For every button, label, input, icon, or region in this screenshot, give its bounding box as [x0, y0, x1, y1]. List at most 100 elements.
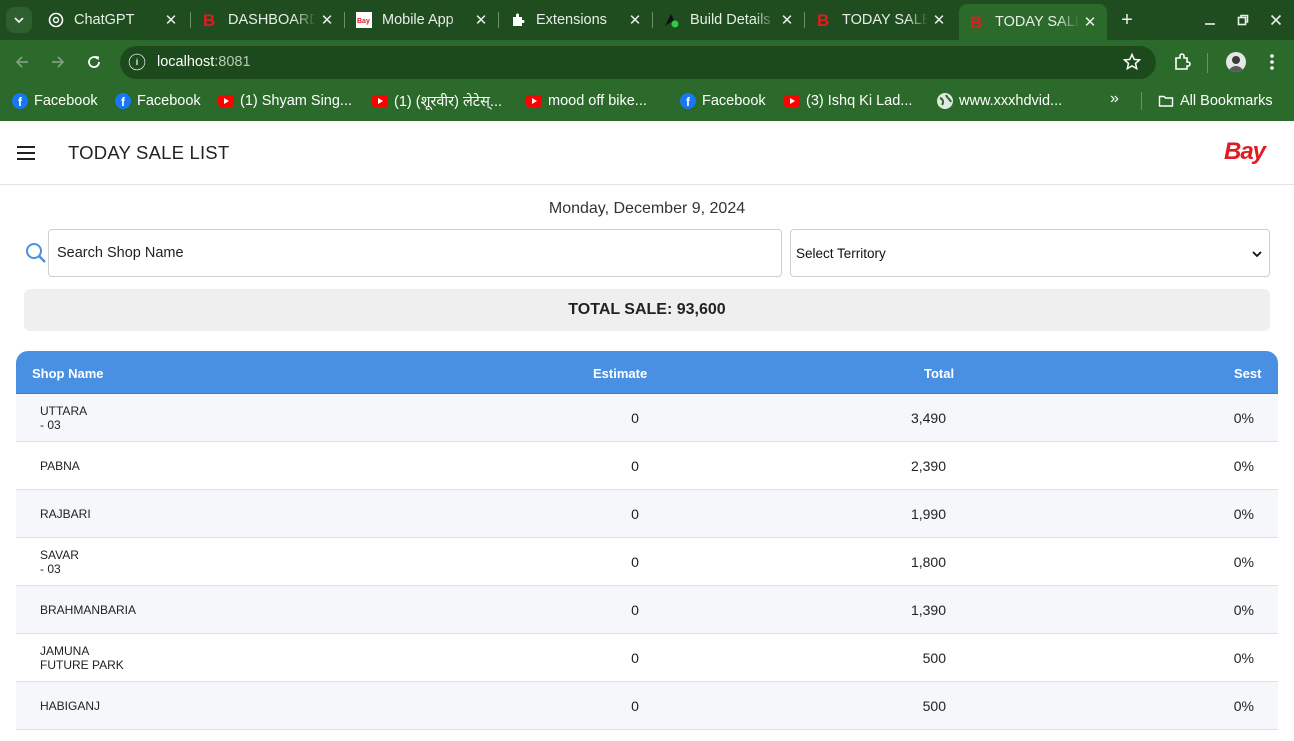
search-icon — [25, 242, 47, 264]
tab-separator — [190, 12, 191, 28]
tab-separator — [498, 12, 499, 28]
bay-icon: Bay — [356, 12, 372, 28]
bookmark-label: www.xxxhdvid... — [959, 93, 1063, 109]
restore-icon[interactable] — [1233, 10, 1253, 30]
minimize-icon[interactable] — [1200, 10, 1220, 30]
shop-name: JAMUNA — [40, 644, 90, 658]
svg-text:B: B — [970, 14, 982, 30]
table-row[interactable]: BRAHMANBARIA 0 1,390 0% — [16, 586, 1278, 634]
close-tab-icon[interactable]: ✕ — [316, 11, 338, 29]
profile-avatar[interactable] — [1226, 52, 1246, 72]
tab-title: Extensions — [536, 12, 607, 28]
shop-name-suffix: FUTURE PARK — [40, 658, 124, 672]
table-row[interactable]: UTTARA - 03 0 3,490 0% — [16, 394, 1278, 442]
sest-cell: 0% — [1233, 458, 1254, 474]
sest-cell: 0% — [1233, 554, 1254, 570]
bookmark-label: Facebook — [34, 93, 98, 109]
close-tab-icon[interactable]: ✕ — [160, 11, 182, 29]
svg-text:Bay: Bay — [357, 18, 370, 25]
close-tab-icon[interactable]: ✕ — [624, 11, 646, 29]
column-header-estimate[interactable]: Estimate — [593, 351, 647, 397]
bookmark-item[interactable]: f Facebook — [680, 91, 766, 111]
close-tab-icon[interactable]: ✕ — [470, 11, 492, 29]
shop-name: PABNA — [40, 459, 80, 473]
tab-title: ChatGPT — [74, 12, 135, 28]
total-cell: 500 — [922, 650, 946, 666]
bookmark-item[interactable]: mood off bike... — [526, 91, 647, 111]
back-icon[interactable] — [10, 50, 34, 74]
url-host: localhost — [157, 54, 215, 70]
url-text[interactable]: localhost:8081 — [157, 54, 251, 70]
table-row[interactable]: RAJBARI 0 1,990 0% — [16, 490, 1278, 538]
site-info-icon[interactable]: i — [128, 53, 146, 71]
browser-tab-today-sale-active[interactable]: B TODAY SALE ✕ — [959, 4, 1107, 40]
bookmark-star-icon[interactable] — [1122, 52, 1142, 72]
browser-tab-dashboard[interactable]: B DASHBOARD ✕ — [192, 4, 344, 36]
youtube-icon — [372, 95, 388, 107]
bookmark-item[interactable]: (1) Shyam Sing... — [218, 91, 352, 111]
bookmark-item[interactable]: (1) (शूरवीर) लेटेस्... — [372, 91, 502, 111]
estimate-cell: 0 — [631, 506, 639, 522]
bookmark-item[interactable]: f Facebook — [12, 91, 98, 111]
browser-tab-chatgpt[interactable]: ChatGPT ✕ — [38, 4, 188, 36]
column-header-shop-name[interactable]: Shop Name — [32, 351, 104, 397]
chevron-down-icon — [14, 17, 24, 24]
tab-title: TODAY SALE — [995, 14, 1079, 30]
toolbar-separator — [1207, 53, 1208, 73]
shop-name-suffix: - 03 — [40, 418, 61, 432]
reload-icon[interactable] — [82, 50, 106, 74]
forward-icon[interactable] — [46, 50, 70, 74]
bookmark-item[interactable]: www.xxxhdvid... — [937, 91, 1062, 111]
sest-cell: 0% — [1233, 602, 1254, 618]
folder-icon — [1158, 95, 1174, 107]
shop-name: SAVAR — [40, 548, 79, 562]
bookmark-item[interactable]: f Facebook — [115, 91, 201, 111]
report-date: Monday, December 9, 2024 — [548, 200, 746, 217]
browser-menu-icon[interactable] — [1264, 52, 1280, 72]
column-header-sest[interactable]: Sest — [1234, 351, 1261, 397]
new-tab-button[interactable]: + — [1116, 9, 1138, 31]
page-title: TODAY SALE LIST — [68, 142, 230, 163]
youtube-icon — [218, 95, 234, 107]
shop-name-cell: JAMUNA FUTURE PARK — [40, 634, 124, 682]
browser-tab-mobile-app[interactable]: Bay Mobile App ✕ — [346, 4, 498, 36]
tab-search-button[interactable] — [6, 7, 32, 33]
search-shop-input[interactable] — [48, 229, 782, 277]
tab-separator — [652, 12, 653, 28]
column-header-total[interactable]: Total — [924, 351, 954, 397]
browser-tab-build-details[interactable]: Build Details ✕ — [654, 4, 804, 36]
estimate-cell: 0 — [631, 458, 639, 474]
menu-icon[interactable] — [17, 146, 35, 160]
total-cell: 1,990 — [910, 506, 946, 522]
estimate-cell: 0 — [631, 554, 639, 570]
table-row[interactable]: HABIGANJ 0 500 0% — [16, 682, 1278, 730]
shop-name: UTTARA — [40, 404, 88, 418]
youtube-icon — [526, 95, 542, 107]
more-bookmarks-button[interactable]: » — [1110, 90, 1119, 108]
tab-title: DASHBOARD — [228, 12, 316, 28]
extensions-icon[interactable] — [1172, 52, 1192, 72]
territory-select[interactable]: Select Territory — [790, 229, 1270, 277]
table-row[interactable]: JAMUNA FUTURE PARK 0 500 0% — [16, 634, 1278, 682]
all-bookmarks-button[interactable]: All Bookmarks — [1158, 91, 1273, 111]
window-close-icon[interactable] — [1266, 10, 1286, 30]
build-icon — [664, 12, 680, 28]
close-tab-icon[interactable]: ✕ — [1079, 13, 1101, 31]
browser-tab-extensions[interactable]: Extensions ✕ — [500, 4, 652, 36]
close-tab-icon[interactable]: ✕ — [928, 11, 950, 29]
shop-name: BRAHMANBARIA — [40, 603, 137, 617]
svg-text:B: B — [203, 12, 215, 28]
bookmark-label: (1) (शूरवीर) लेटेस्... — [394, 94, 503, 110]
address-bar[interactable] — [120, 46, 1156, 79]
shop-name-cell: UTTARA - 03 — [40, 394, 87, 442]
bookmark-item[interactable]: (3) Ishq Ki Lad... — [784, 91, 912, 111]
facebook-icon: f — [115, 93, 131, 109]
estimate-cell: 0 — [631, 602, 639, 618]
table-row[interactable]: PABNA 0 2,390 0% — [16, 442, 1278, 490]
browser-tab-today-sale[interactable]: B TODAY SALE ✕ — [806, 4, 956, 36]
total-sale-summary: TOTAL SALE: 93,600 — [24, 289, 1270, 331]
shop-name: RAJBARI — [40, 507, 91, 521]
close-tab-icon[interactable]: ✕ — [776, 11, 798, 29]
table-row[interactable]: SAVAR - 03 0 1,800 0% — [16, 538, 1278, 586]
shop-name-cell: SAVAR - 03 — [40, 538, 79, 586]
